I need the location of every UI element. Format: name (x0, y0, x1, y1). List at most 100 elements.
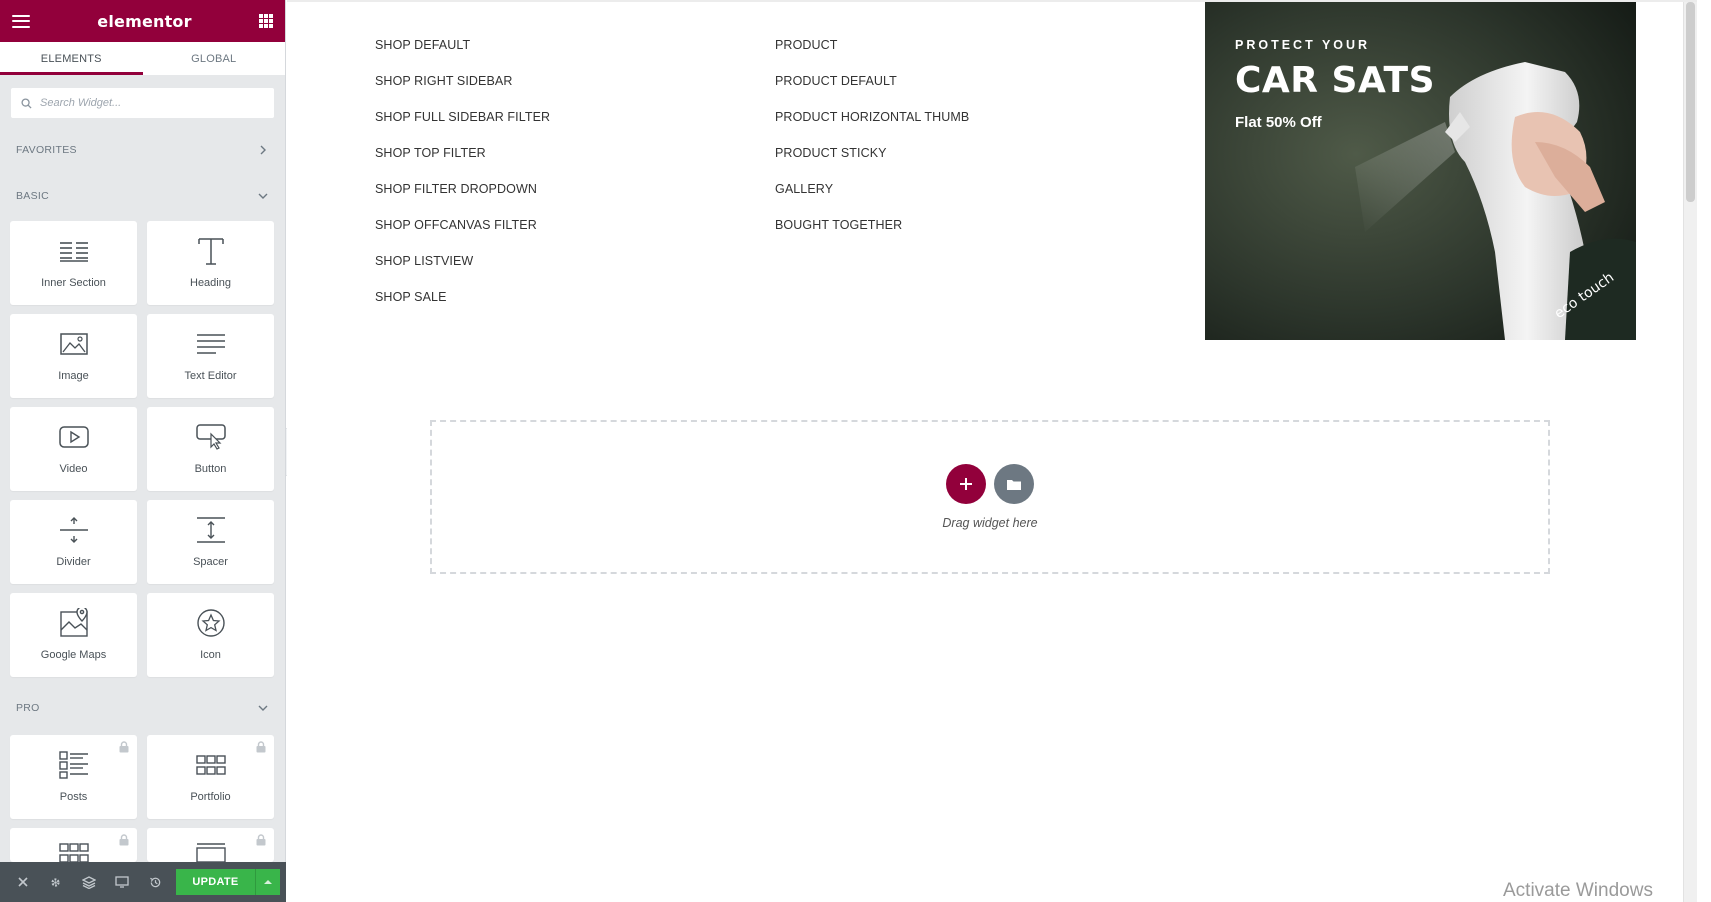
text-editor-icon (191, 328, 231, 360)
responsive-mode-button[interactable] (106, 862, 139, 902)
category-favorites[interactable]: FAVORITES (0, 127, 285, 173)
menu-link[interactable]: PRODUCT HORIZONTAL THUMB (775, 109, 969, 145)
layers-icon (82, 875, 97, 889)
chevron-right-icon (260, 145, 266, 155)
widget-label: Posts (59, 791, 88, 803)
widget-slides-partial[interactable] (147, 828, 274, 862)
lock-icon (119, 741, 129, 753)
menu-link[interactable]: SHOP TOP FILTER (375, 145, 550, 181)
button-icon (191, 421, 231, 453)
widget-spacer[interactable]: Spacer (147, 500, 274, 584)
widget-video[interactable]: Video (10, 407, 137, 491)
menu-link[interactable]: BOUGHT TOGETHER (775, 217, 969, 253)
widget-label: Spacer (193, 556, 228, 568)
preview-scrollbar[interactable] (1683, 0, 1697, 902)
chevron-down-icon (258, 193, 268, 199)
widget-image[interactable]: Image (10, 314, 137, 398)
spacer-icon (191, 514, 231, 546)
settings-button[interactable] (39, 862, 72, 902)
menu-link[interactable]: PRODUCT (775, 37, 969, 73)
preview-canvas: SHOP DEFAULT SHOP RIGHT SIDEBAR SHOP FUL… (287, 0, 1697, 902)
menu-icon[interactable] (12, 14, 30, 28)
caret-up-icon (263, 880, 272, 884)
chevron-down-icon (258, 705, 268, 711)
menu-link[interactable]: SHOP FULL SIDEBAR FILTER (375, 109, 550, 145)
history-icon (150, 877, 161, 887)
portfolio-icon (191, 749, 231, 781)
brand-logo: elementor (97, 11, 192, 31)
search-icon (21, 97, 32, 109)
scrollbar-thumb[interactable] (1686, 2, 1695, 202)
folder-icon (1007, 479, 1021, 490)
search-wrap (0, 76, 285, 127)
plus-icon (960, 478, 972, 490)
pro-widgets: Posts Portfolio (0, 731, 285, 870)
widget-text-editor[interactable]: Text Editor (147, 314, 274, 398)
menu-column-shop: SHOP DEFAULT SHOP RIGHT SIDEBAR SHOP FUL… (375, 37, 550, 325)
drop-zone-buttons (946, 464, 1034, 504)
elementor-panel: elementor ELEMENTS GLOBAL FAVORITES BASI… (0, 0, 286, 902)
menu-link[interactable]: SHOP SALE (375, 289, 550, 325)
panel-tabs: ELEMENTS GLOBAL (0, 42, 285, 76)
category-basic[interactable]: BASIC (0, 173, 285, 219)
update-button[interactable]: UPDATE (176, 869, 255, 895)
update-options-button[interactable] (254, 869, 281, 895)
widget-label: Heading (190, 277, 231, 289)
navigator-button[interactable] (73, 862, 106, 902)
menu-link[interactable]: PRODUCT DEFAULT (775, 73, 969, 109)
heading-icon (191, 235, 231, 267)
widget-inner-section[interactable]: Inner Section (10, 221, 137, 305)
history-button[interactable] (139, 862, 172, 902)
menu-link[interactable]: PRODUCT STICKY (775, 145, 969, 181)
close-button[interactable] (6, 862, 39, 902)
widget-portfolio[interactable]: Portfolio (147, 735, 274, 819)
widget-icon[interactable]: Icon (147, 593, 274, 677)
menu-link[interactable]: SHOP OFFCANVAS FILTER (375, 217, 550, 253)
image-icon (54, 328, 94, 360)
menu-link[interactable]: SHOP FILTER DROPDOWN (375, 181, 550, 217)
top-divider (287, 0, 1697, 2)
promo-banner[interactable]: eco touch PROTECT YOUR CAR SATS Flat 50%… (1205, 2, 1636, 340)
widget-label: Portfolio (190, 791, 231, 803)
promo-offer: Flat 50% Off (1235, 114, 1322, 131)
add-template-button[interactable] (994, 464, 1034, 504)
map-icon (54, 607, 94, 639)
add-section-button[interactable] (946, 464, 986, 504)
posts-icon (54, 749, 94, 781)
video-icon (54, 421, 94, 453)
empty-section-drop-zone[interactable]: Drag widget here (430, 420, 1550, 574)
category-label: PRO (16, 702, 40, 714)
menu-link[interactable]: SHOP DEFAULT (375, 37, 550, 73)
menu-link[interactable]: GALLERY (775, 181, 969, 217)
widget-google-maps[interactable]: Google Maps (10, 593, 137, 677)
lock-icon (256, 741, 266, 753)
menu-link[interactable]: SHOP LISTVIEW (375, 253, 550, 289)
desktop-icon (115, 876, 130, 888)
lock-icon (256, 834, 266, 846)
tab-global[interactable]: GLOBAL (143, 42, 286, 75)
widget-label: Inner Section (41, 277, 106, 289)
elementor-editor: elementor ELEMENTS GLOBAL FAVORITES BASI… (0, 0, 1711, 902)
widget-heading[interactable]: Heading (147, 221, 274, 305)
inner-section-icon (54, 235, 94, 267)
promo-background: eco touch (1205, 2, 1636, 340)
promo-headline: CAR SATS (1235, 60, 1436, 101)
widget-label: Video (59, 463, 88, 475)
widget-label: Text Editor (184, 370, 237, 382)
widget-button[interactable]: Button (147, 407, 274, 491)
tab-elements[interactable]: ELEMENTS (0, 42, 143, 75)
menu-link[interactable]: SHOP RIGHT SIDEBAR (375, 73, 550, 109)
widget-gallery-partial[interactable] (10, 828, 137, 862)
category-label: FAVORITES (16, 144, 77, 156)
search-box (10, 87, 275, 119)
gallery-icon (54, 842, 94, 862)
divider-icon (54, 514, 94, 546)
widget-divider[interactable]: Divider (10, 500, 137, 584)
widget-posts[interactable]: Posts (10, 735, 137, 819)
gear-icon (51, 877, 60, 887)
search-input[interactable] (40, 97, 240, 109)
category-pro[interactable]: PRO (0, 685, 285, 731)
widget-label: Divider (56, 556, 91, 568)
star-icon (191, 607, 231, 639)
widgets-grid-icon[interactable] (259, 14, 273, 28)
